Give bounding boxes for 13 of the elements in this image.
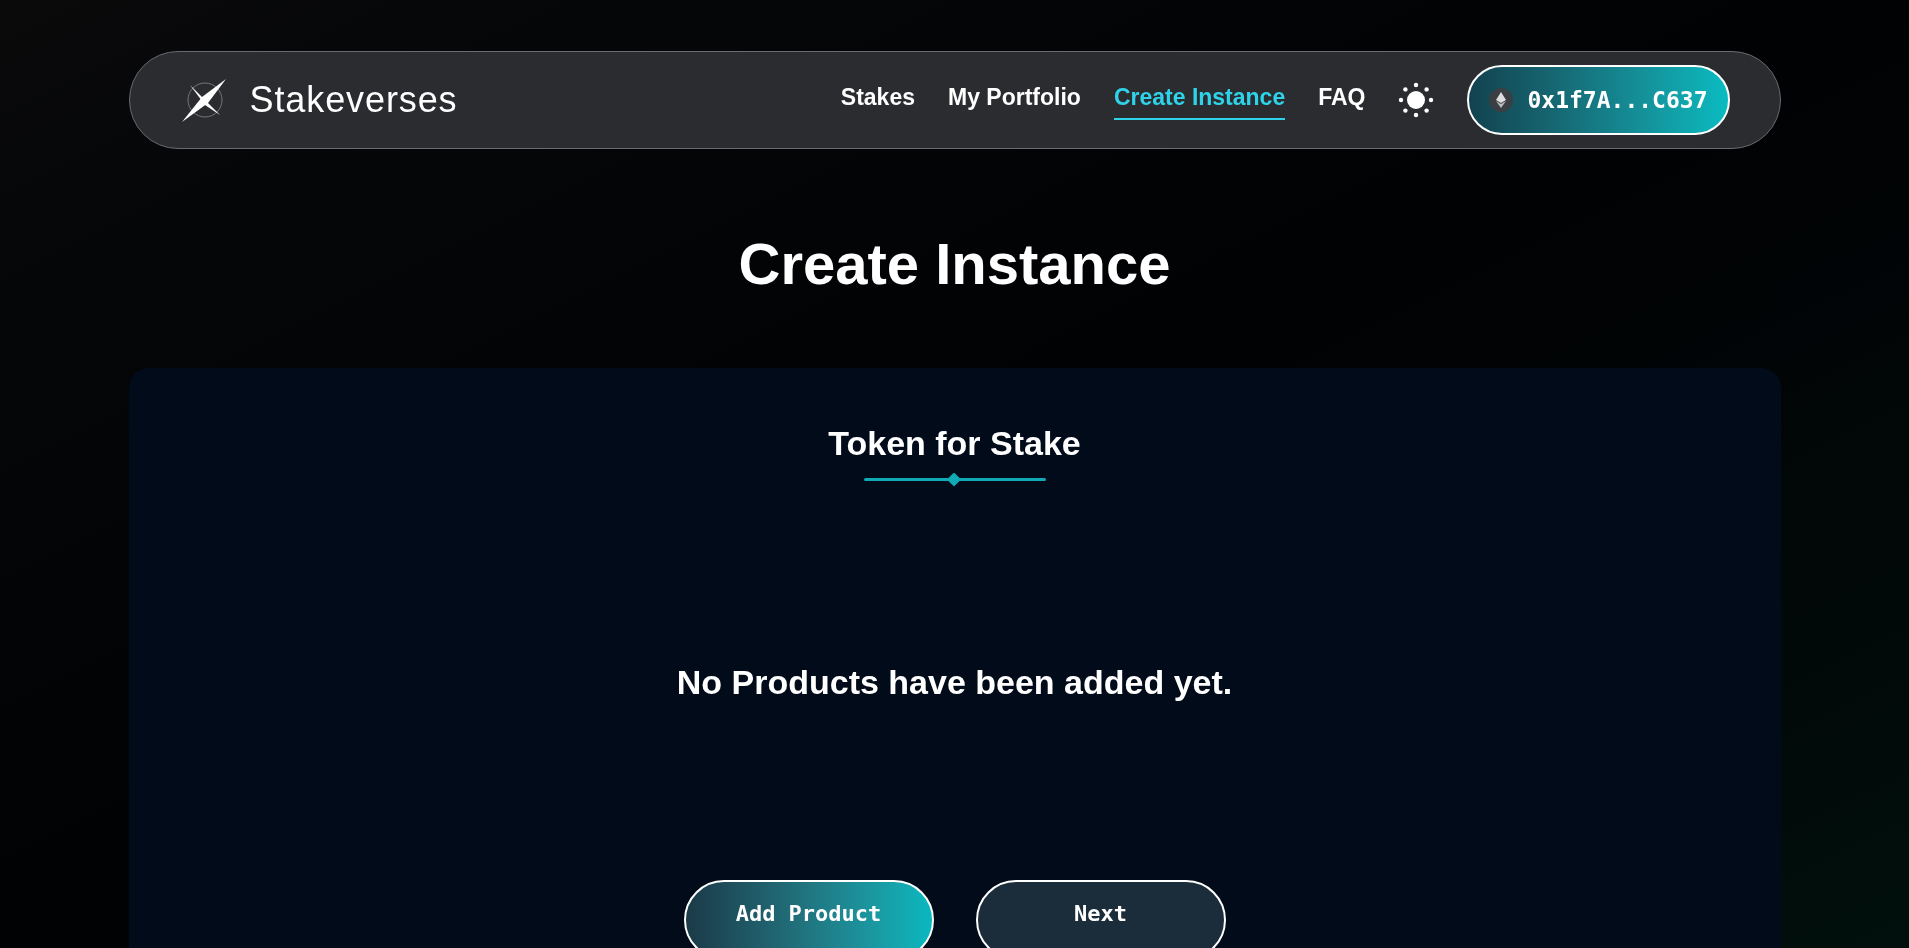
- brand-name: Stakeverses: [249, 78, 458, 122]
- nav-link[interactable]: FAQ: [1318, 80, 1366, 120]
- add-product-button[interactable]: Add Product: [683, 880, 934, 948]
- next-button[interactable]: Next: [975, 880, 1226, 948]
- empty-message: No Products have been added yet.: [676, 662, 1233, 703]
- ethereum-icon: [1489, 88, 1514, 112]
- card-heading: Token for Stake: [828, 423, 1081, 464]
- nav-link[interactable]: Stakes: [840, 80, 915, 120]
- nav-link[interactable]: My Portfolio: [948, 80, 1081, 120]
- wallet-button[interactable]: 0x1f7A...C637: [1467, 65, 1730, 135]
- nav-link[interactable]: Create Instance: [1113, 80, 1286, 120]
- sun-icon[interactable]: [1398, 82, 1435, 118]
- page-title: Create Instance: [738, 235, 1171, 293]
